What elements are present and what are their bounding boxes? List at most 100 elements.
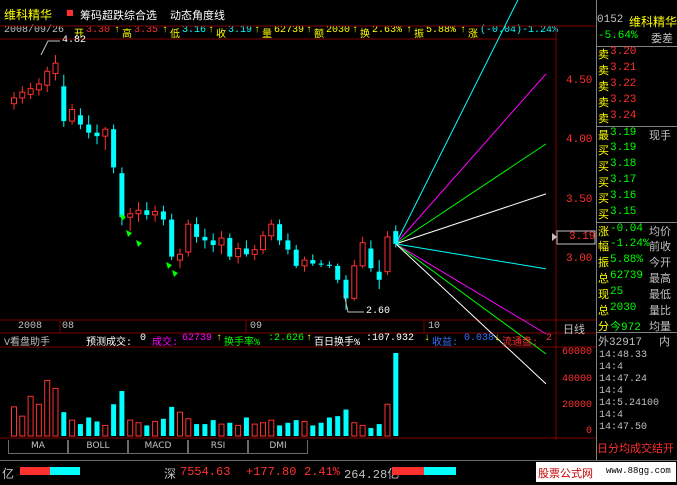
- volume-bar: [19, 415, 26, 437]
- volume-bar: [77, 424, 83, 436]
- close-label: 收益:: [432, 338, 459, 349]
- candle[interactable]: [27, 82, 34, 100]
- candle[interactable]: [44, 66, 51, 93]
- candle[interactable]: [351, 260, 358, 301]
- candle[interactable]: [227, 233, 233, 261]
- index-value: 7554.63: [180, 465, 231, 479]
- bid-row[interactable]: 买 3.19: [597, 142, 677, 158]
- bh-label: 百日换手%: [314, 338, 361, 349]
- candle[interactable]: [185, 219, 192, 257]
- candle[interactable]: [268, 219, 275, 241]
- ask-price: 3.24: [610, 110, 637, 122]
- bid-row[interactable]: 买 3.16: [597, 190, 677, 206]
- volume-bar: [268, 419, 275, 437]
- index-name[interactable]: 深: [164, 465, 176, 482]
- volume-bar: [61, 412, 67, 436]
- candle[interactable]: [19, 86, 26, 104]
- volume-bar: [227, 422, 233, 436]
- tab-boll[interactable]: BOLL: [68, 440, 128, 454]
- candle[interactable]: [260, 231, 266, 255]
- candle[interactable]: [169, 213, 175, 261]
- candle[interactable]: [194, 217, 200, 243]
- candle[interactable]: [152, 205, 159, 222]
- candle[interactable]: [359, 236, 366, 269]
- stat-tail: 最低: [649, 288, 671, 301]
- candle[interactable]: [310, 254, 316, 266]
- volume-bar: [293, 420, 299, 436]
- ad-banner[interactable]: 股票公式网 www.88gg.com: [536, 462, 676, 482]
- candle[interactable]: [335, 263, 341, 284]
- high-note: 4.82: [62, 35, 87, 46]
- bid-row[interactable]: 买 3.17: [597, 174, 677, 190]
- candle[interactable]: [35, 78, 42, 96]
- low-note: 2.60: [366, 306, 391, 317]
- indicator-title[interactable]: V看盘助手: [4, 333, 50, 349]
- bh-value: :107.932: [366, 333, 415, 344]
- tick-row: 14:4: [599, 410, 624, 421]
- candle[interactable]: [111, 124, 117, 174]
- bid-row[interactable]: 买 3.18: [597, 158, 677, 174]
- stat-value: 25: [610, 286, 624, 298]
- ad-text: 股票公式网: [538, 469, 593, 481]
- vol-label: 成交:: [152, 338, 179, 349]
- right-bottom-tabs[interactable]: 日分均成交结开: [597, 440, 674, 456]
- tick-row: 14:5.24100: [599, 398, 660, 409]
- candle[interactable]: [376, 260, 382, 290]
- candle[interactable]: [177, 248, 183, 269]
- candle[interactable]: [102, 126, 109, 151]
- lt-value: 2: [546, 333, 553, 344]
- time-axis-ticks: [59, 321, 425, 333]
- volume-bar: [326, 417, 332, 436]
- candle[interactable]: [243, 240, 249, 257]
- kline-chart[interactable]: [0, 0, 596, 440]
- candle[interactable]: [368, 240, 374, 272]
- ask-row[interactable]: 卖 3.21: [597, 62, 677, 78]
- bid-row[interactable]: 买 3.15: [597, 206, 677, 222]
- candle[interactable]: [251, 245, 258, 261]
- candle[interactable]: [318, 260, 324, 268]
- candle[interactable]: [77, 108, 83, 130]
- stat-label: 振: [598, 256, 609, 269]
- depth-label: 委差: [651, 32, 673, 45]
- candle[interactable]: [326, 261, 332, 269]
- ask-row[interactable]: 卖 3.22: [597, 78, 677, 94]
- bid-price: 3.17: [610, 174, 637, 186]
- candle[interactable]: [285, 233, 291, 255]
- stat-row: 现 25 最低: [597, 286, 677, 302]
- candle[interactable]: [277, 219, 283, 246]
- tab-rsi[interactable]: RSI: [188, 440, 248, 454]
- candle[interactable]: [61, 74, 67, 127]
- candle[interactable]: [86, 115, 92, 139]
- volume-bar: [44, 379, 51, 437]
- volume-bar: [102, 424, 109, 437]
- candle[interactable]: [94, 124, 100, 145]
- stat-label: 现: [598, 288, 609, 301]
- right-stock-name[interactable]: 维科精华: [629, 13, 677, 30]
- ask-row[interactable]: 卖 3.24: [597, 110, 677, 126]
- candle[interactable]: [135, 202, 142, 222]
- ask-price: 3.22: [610, 78, 637, 90]
- tab-macd[interactable]: MACD: [128, 440, 188, 454]
- candle[interactable]: [11, 92, 17, 110]
- ask-row[interactable]: 卖 3.23: [597, 94, 677, 110]
- candle[interactable]: [301, 256, 308, 272]
- candle[interactable]: [202, 228, 208, 249]
- volume-bar: [277, 425, 283, 436]
- tab-dmi[interactable]: DMI: [248, 440, 308, 454]
- candle[interactable]: [160, 205, 166, 226]
- tab-ma[interactable]: MA: [8, 440, 68, 454]
- candle[interactable]: [127, 207, 134, 232]
- candle[interactable]: [210, 233, 216, 252]
- volume-bar: [260, 422, 266, 437]
- candle[interactable]: [218, 231, 225, 255]
- candle[interactable]: [384, 231, 391, 276]
- candle[interactable]: [69, 103, 76, 125]
- buy-signal-icon: [136, 240, 142, 247]
- candle[interactable]: [235, 242, 242, 264]
- volume-bar: [27, 395, 34, 437]
- candle[interactable]: [52, 55, 59, 81]
- ask-row[interactable]: 卖 3.20: [597, 46, 677, 62]
- candle[interactable]: [293, 245, 299, 269]
- candle[interactable]: [144, 202, 150, 220]
- status-bar: 亿 深 7554.63 +177.80 2.41% 264.28亿 股票公式网 …: [0, 460, 677, 485]
